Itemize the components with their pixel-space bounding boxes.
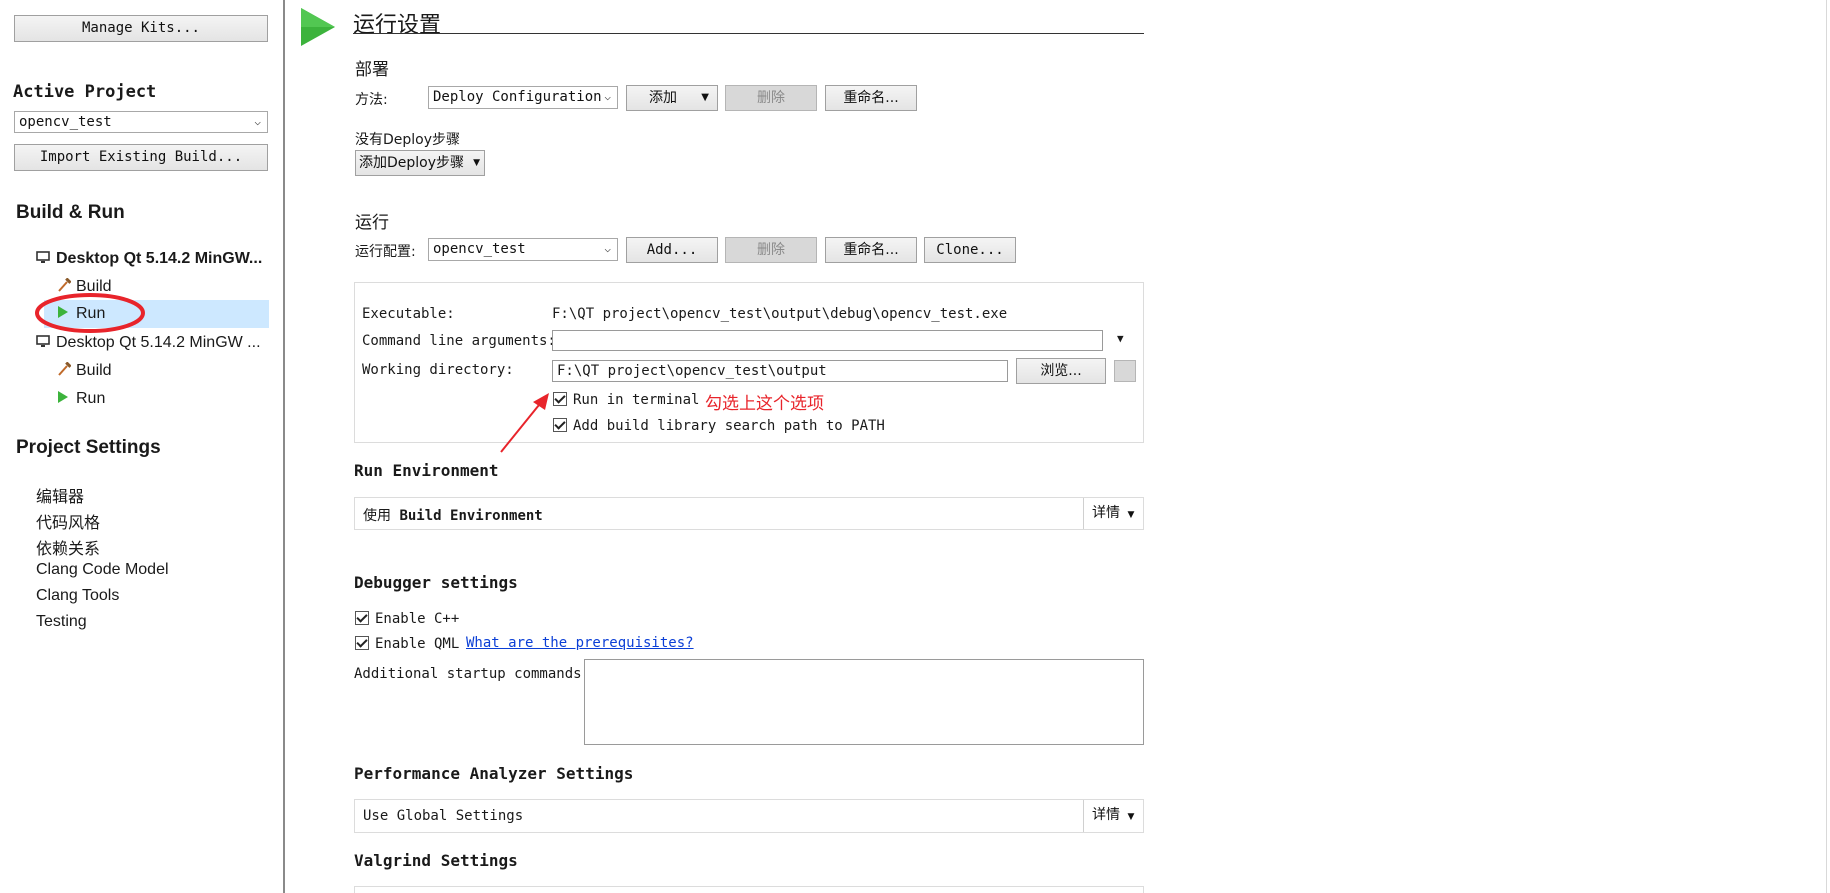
perf-value: Use Global Settings <box>363 808 524 824</box>
run-clone-button[interactable]: Clone... <box>924 237 1016 263</box>
executable-label: Executable: <box>362 306 455 322</box>
run-config-label: 运行配置: <box>355 244 416 260</box>
chevron-down-icon: ⌵ <box>604 242 611 255</box>
red-circle-annotation <box>35 293 145 333</box>
workdir-label: Working directory: <box>362 362 514 378</box>
active-project-value: opencv_test <box>19 114 112 130</box>
project-settings-title: Project Settings <box>16 437 161 458</box>
red-arrow-annotation <box>500 393 549 453</box>
run-in-terminal-checkbox[interactable] <box>553 392 567 406</box>
run-heading: 运行 <box>355 213 389 233</box>
page-title: 运行设置 <box>353 13 442 38</box>
monitor-icon <box>36 251 50 263</box>
startup-commands-label: Additional startup commands: <box>354 666 591 682</box>
run-in-terminal-label: Run in terminal <box>573 392 700 408</box>
kit-item-1[interactable]: Desktop Qt 5.14.2 MinGW... <box>36 250 262 268</box>
deploy-add-button[interactable]: 添加 ▼ <box>626 85 718 111</box>
settings-item-clang-tools[interactable]: Clang Tools <box>36 587 119 605</box>
workdir-input[interactable]: F:\QT project\opencv_test\output <box>552 360 1008 382</box>
add-lib-path-checkbox[interactable] <box>553 418 567 432</box>
startup-commands-input[interactable] <box>584 659 1144 745</box>
kit-2-run-label: Run <box>76 390 106 407</box>
run-rename-button[interactable]: 重命名... <box>825 237 917 263</box>
run-settings-icon <box>301 8 335 46</box>
active-project-select[interactable]: opencv_test ⌵ <box>14 111 268 133</box>
monitor-icon <box>36 335 50 347</box>
run-triangle-icon <box>58 391 68 403</box>
run-delete-button[interactable]: 删除 <box>725 237 817 263</box>
add-lib-path-label: Add build library search path to PATH <box>573 418 885 434</box>
enable-cpp-label: Enable C++ <box>375 611 460 627</box>
run-env-value: Build Environment <box>399 508 543 524</box>
run-env-prefix: 使用 <box>363 508 391 524</box>
sidebar-divider <box>283 0 285 893</box>
dropdown-arrow-icon: ▼ <box>1127 812 1135 822</box>
deploy-method-label: 方法: <box>355 92 388 108</box>
browse-button[interactable]: 浏览... <box>1016 358 1106 384</box>
run-env-details-label: 详情 <box>1092 505 1120 521</box>
args-input[interactable] <box>552 330 1103 351</box>
deploy-add-label: 添加 <box>649 90 677 106</box>
chevron-down-icon: ⌵ <box>254 115 261 128</box>
run-config-select[interactable]: opencv_test ⌵ <box>428 238 618 261</box>
import-build-button[interactable]: Import Existing Build... <box>14 144 268 171</box>
settings-item-code-style[interactable]: 代码风格 <box>36 509 100 533</box>
settings-item-clang-code-model[interactable]: Clang Code Model <box>36 561 169 579</box>
run-env-details-button[interactable]: 详情 ▼ <box>1083 498 1143 529</box>
kit-2-build-label: Build <box>76 362 112 379</box>
active-project-label: Active Project <box>13 82 157 102</box>
perf-details-label: 详情 <box>1092 807 1120 823</box>
hammer-icon <box>58 361 72 376</box>
add-deploy-step-button[interactable]: 添加Deploy步骤 ▼ <box>355 150 485 176</box>
sidebar: Manage Kits... Active Project opencv_tes… <box>0 0 283 893</box>
hammer-icon <box>58 277 72 292</box>
valgrind-heading: Valgrind Settings <box>354 851 518 870</box>
settings-item-dependencies[interactable]: 依赖关系 <box>36 535 100 559</box>
executable-value: F:\QT project\opencv_test\output\debug\o… <box>552 306 1008 322</box>
scrollbar-track[interactable] <box>1826 0 1827 893</box>
valgrind-panel <box>354 886 1144 893</box>
deploy-config-value: Deploy Configuration <box>433 89 602 105</box>
kit-1-label: Desktop Qt 5.14.2 MinGW... <box>56 250 263 267</box>
kit-2-run[interactable]: Run <box>57 390 105 408</box>
enable-cpp-checkbox[interactable] <box>355 611 369 625</box>
prerequisites-link[interactable]: What are the prerequisites? <box>466 635 694 651</box>
build-run-title: Build & Run <box>16 202 125 223</box>
perf-details-button[interactable]: 详情 ▼ <box>1083 800 1143 832</box>
reset-workdir-button[interactable] <box>1114 360 1136 382</box>
args-dropdown-icon[interactable]: ▼ <box>1117 332 1124 345</box>
title-underline <box>353 33 1144 34</box>
dropdown-arrow-icon: ▼ <box>473 158 480 168</box>
annotation-text: 勾选上这个选项 <box>705 394 824 414</box>
add-deploy-step-label: 添加Deploy步骤 <box>359 155 465 171</box>
kit-item-2[interactable]: Desktop Qt 5.14.2 MinGW ... <box>36 334 261 352</box>
kit-2-build[interactable]: Build <box>57 361 112 380</box>
settings-item-editor[interactable]: 编辑器 <box>36 483 84 507</box>
enable-qml-label: Enable QML <box>375 636 460 652</box>
deploy-heading: 部署 <box>355 60 389 80</box>
dropdown-arrow-icon: ▼ <box>701 92 709 103</box>
run-add-button[interactable]: Add... <box>626 237 718 263</box>
deploy-delete-button[interactable]: 删除 <box>725 85 817 111</box>
settings-item-testing[interactable]: Testing <box>36 613 87 631</box>
no-deploy-steps-label: 没有Deploy步骤 <box>355 132 461 148</box>
args-label: Command line arguments: <box>362 333 556 349</box>
debugger-heading: Debugger settings <box>354 573 518 592</box>
run-env-heading: Run Environment <box>354 461 499 480</box>
kit-2-label: Desktop Qt 5.14.2 MinGW ... <box>56 334 261 351</box>
run-env-panel: 使用 Build Environment 详情 ▼ <box>354 497 1144 530</box>
perf-panel: Use Global Settings 详情 ▼ <box>354 799 1144 833</box>
perf-heading: Performance Analyzer Settings <box>354 764 634 783</box>
chevron-down-icon: ⌵ <box>604 90 611 103</box>
enable-qml-checkbox[interactable] <box>355 636 369 650</box>
manage-kits-button[interactable]: Manage Kits... <box>14 15 268 42</box>
deploy-rename-button[interactable]: 重命名... <box>825 85 917 111</box>
deploy-config-select[interactable]: Deploy Configuration ⌵ <box>428 86 618 109</box>
dropdown-arrow-icon: ▼ <box>1127 510 1135 520</box>
run-config-value: opencv_test <box>433 241 526 257</box>
